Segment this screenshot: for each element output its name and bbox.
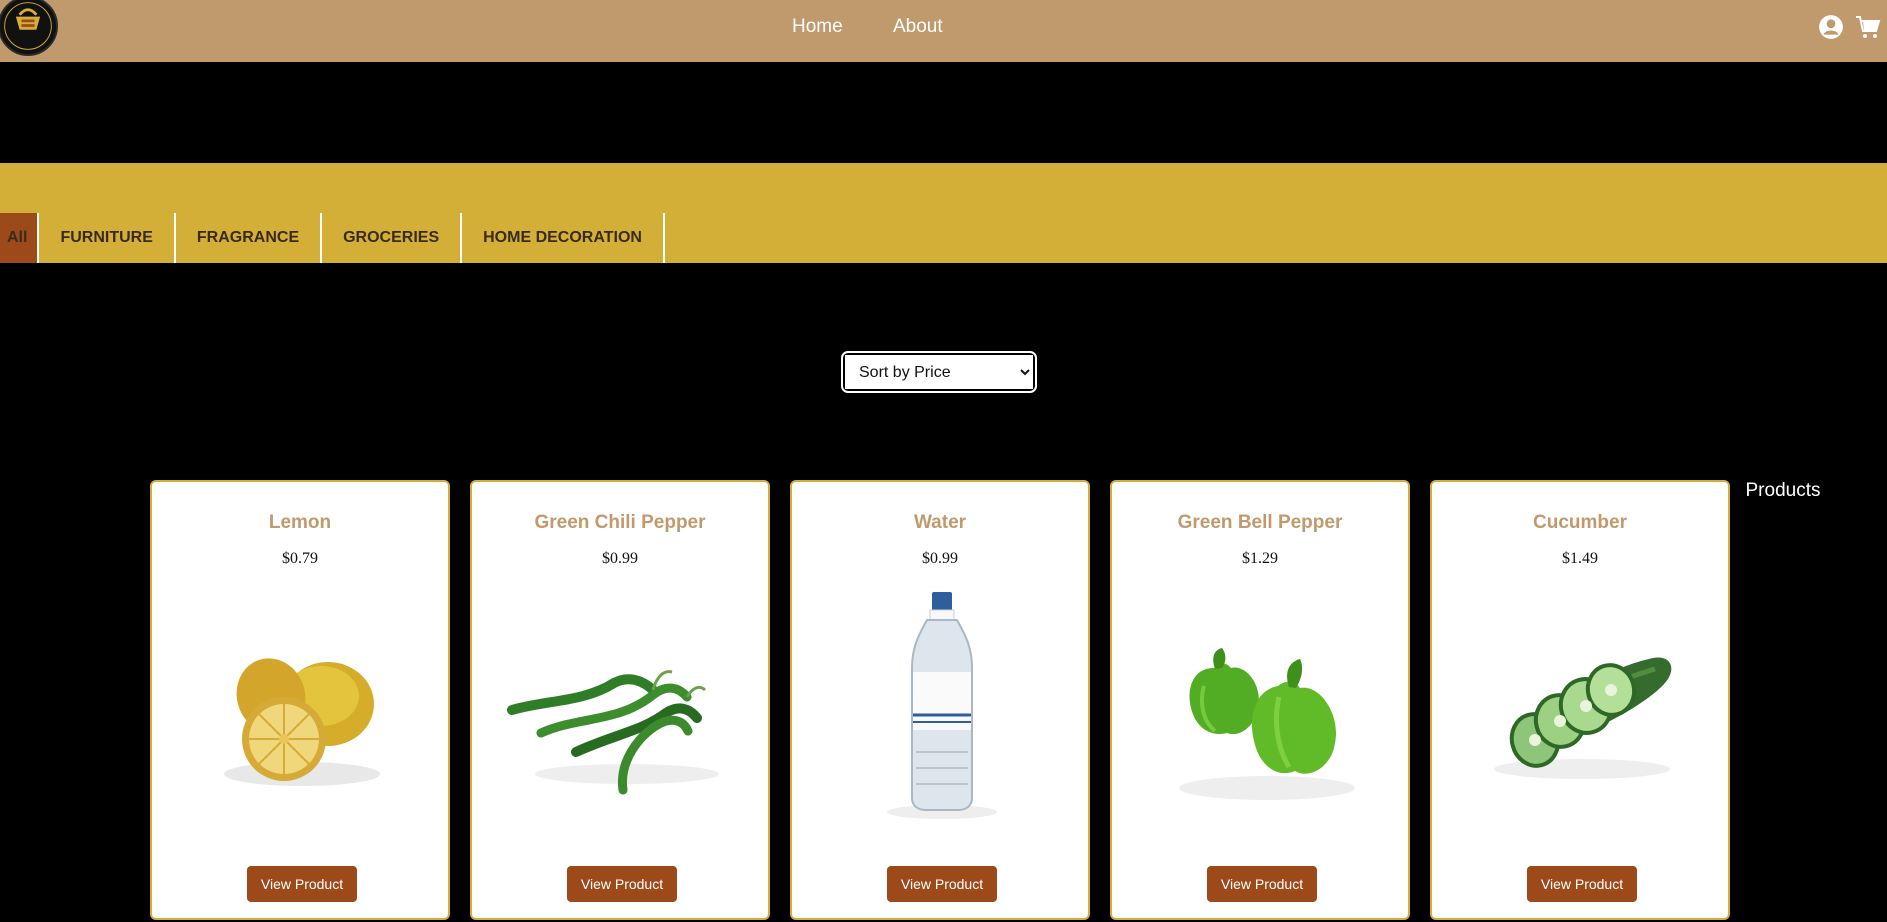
category-tab-groceries[interactable]: GROCERIES <box>322 213 463 263</box>
category-tab-all[interactable]: All <box>0 213 40 263</box>
product-price: $0.99 <box>602 550 638 567</box>
view-product-button[interactable]: View Product <box>247 866 357 902</box>
product-card-cucumber: Cucumber $1.49 View Product <box>1430 480 1730 920</box>
product-card-green-chili-pepper: Green Chili Pepper $0.99 View Product <box>470 480 770 920</box>
product-card-lemon: Lemon $0.79 View Product <box>150 480 450 920</box>
main-navigation: Home About Products <box>0 0 1887 501</box>
cucumber-image <box>1462 592 1702 822</box>
sort-by-price-select[interactable]: Sort by Price <box>845 355 1033 389</box>
category-tab-furniture[interactable]: FURNITURE <box>39 213 176 263</box>
product-price: $1.29 <box>1242 550 1278 567</box>
product-card-water: Water $0.99 View Product <box>790 480 1090 920</box>
product-grid: Lemon $0.79 View Product Green Chili Pep… <box>150 480 1730 922</box>
product-title: Cucumber <box>1533 512 1627 533</box>
category-filter-bar: All FURNITURE FRAGRANCE GROCERIES HOME D… <box>0 163 1887 263</box>
product-price: $1.49 <box>1562 550 1598 567</box>
green-chili-pepper-image <box>502 592 742 822</box>
view-product-button[interactable]: View Product <box>1527 866 1637 902</box>
water-bottle-image <box>822 592 1062 822</box>
product-title: Lemon <box>268 512 332 533</box>
product-price: $0.79 <box>282 550 318 567</box>
product-card-green-bell-pepper: Green Bell Pepper $1.29 View Product <box>1110 480 1410 920</box>
nav-about-link[interactable]: About <box>893 16 943 38</box>
green-bell-pepper-image <box>1142 592 1382 822</box>
account-icon[interactable] <box>1818 14 1844 40</box>
product-price: $0.99 <box>922 550 958 567</box>
category-tab-fragrance[interactable]: FRAGRANCE <box>176 213 323 263</box>
view-product-button[interactable]: View Product <box>567 866 677 902</box>
product-title: Green Bell Pepper <box>1177 512 1343 533</box>
sort-control: Sort by Price <box>841 351 1037 393</box>
nav-home-link[interactable]: Home <box>792 16 843 38</box>
category-tab-home-decoration[interactable]: HOME DECORATION <box>462 213 665 263</box>
view-product-button[interactable]: View Product <box>1207 866 1317 902</box>
lemon-image <box>182 592 422 822</box>
product-title: Green Chili Pepper <box>534 512 706 533</box>
category-tabs: All FURNITURE FRAGRANCE GROCERIES HOME D… <box>0 213 665 263</box>
view-product-button[interactable]: View Product <box>887 866 997 902</box>
top-navigation-bar: Home About Products <box>0 0 1887 501</box>
cart-icon[interactable] <box>1855 14 1881 40</box>
product-title: Water <box>913 512 967 533</box>
